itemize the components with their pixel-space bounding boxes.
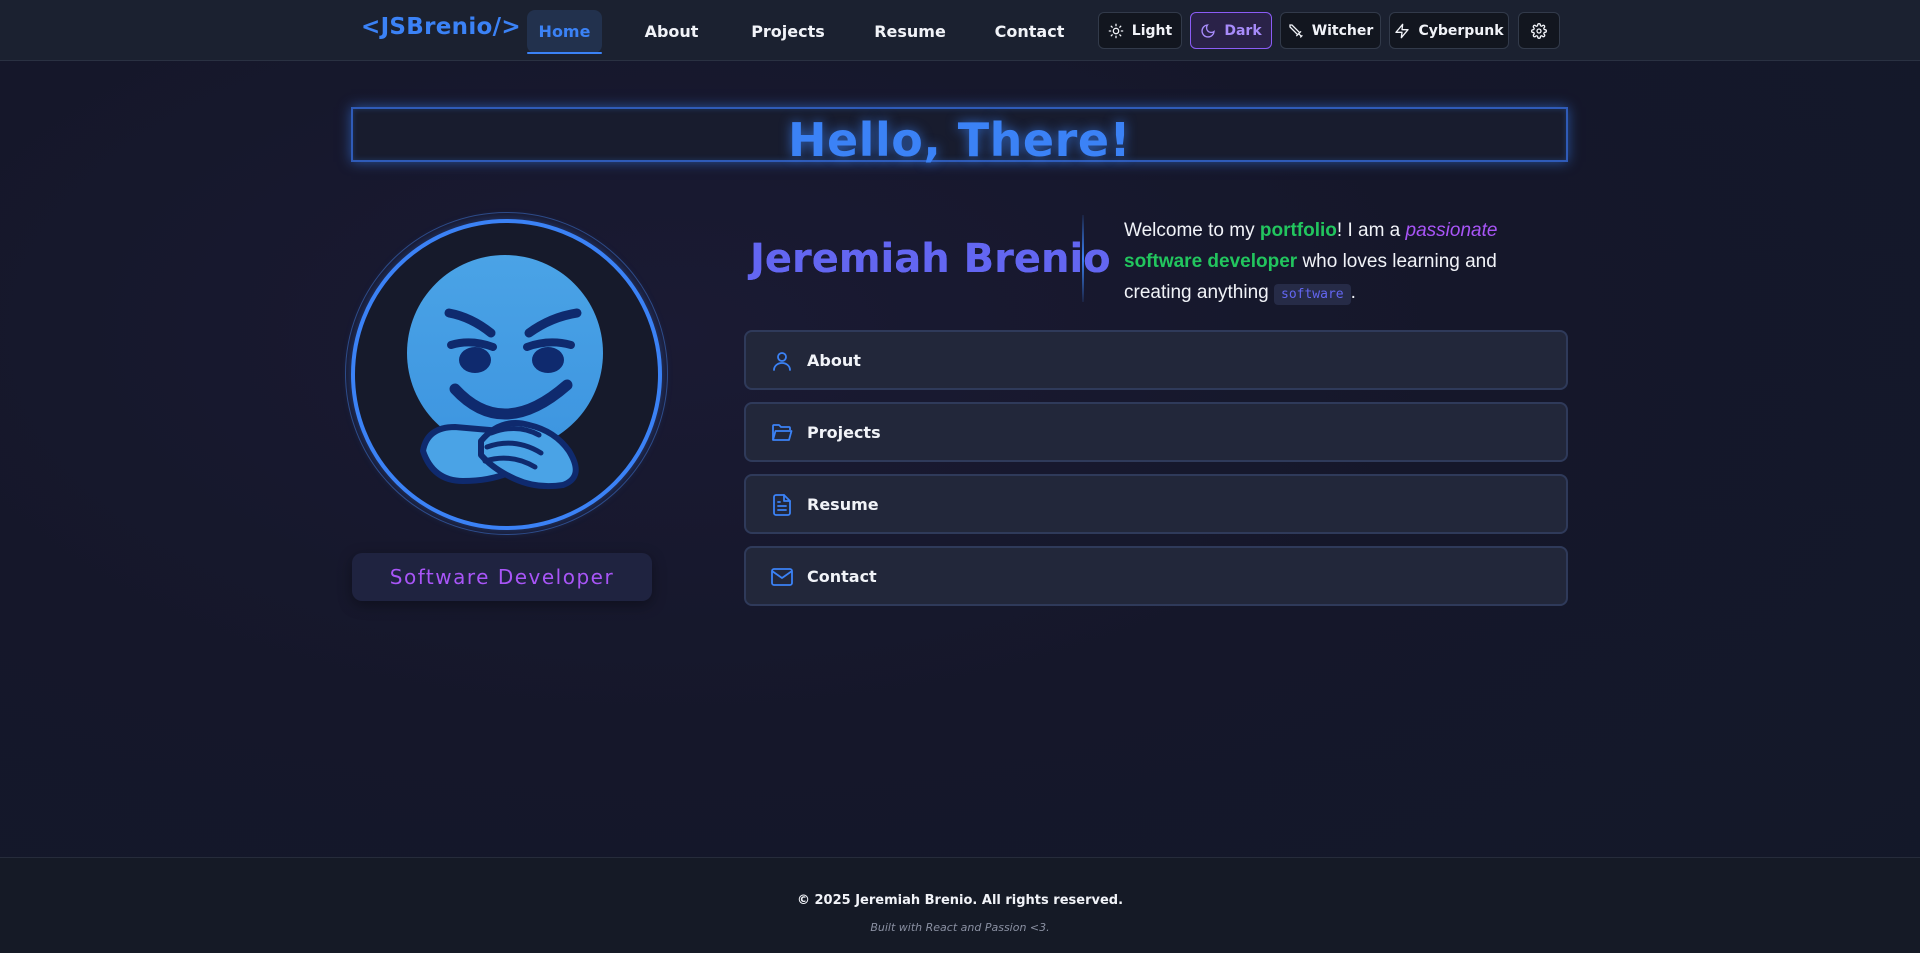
profile-name: Jeremiah Brenio [750,236,1111,282]
welcome-passionate: passionate [1405,220,1498,241]
welcome-text-1: Welcome to my [1124,220,1260,241]
nav-projects[interactable]: Projects [747,10,829,53]
lightning-icon [1395,23,1410,38]
menu-card-about-label: About [807,351,861,370]
vertical-divider [1082,215,1084,302]
welcome-text-5: . [1350,282,1356,303]
moon-icon [1201,23,1216,38]
sword-icon [1289,23,1303,38]
role-badge: Software Developer [352,553,652,601]
nav-about[interactable]: About [634,10,709,53]
mail-icon [771,568,793,586]
menu-card-resume[interactable]: Resume [744,474,1568,534]
user-icon [773,352,791,371]
menu-card-about[interactable]: About [744,330,1568,390]
page-footer: © 2025 Jeremiah Brenio. All rights reser… [0,857,1920,953]
theme-cyberpunk-button[interactable]: Cyberpunk [1389,12,1509,49]
footer-copyright: © 2025 Jeremiah Brenio. All rights reser… [796,893,1124,908]
menu-card-projects-label: Projects [807,423,881,442]
gear-icon [1531,22,1547,39]
folder-open-icon [772,424,793,441]
theme-dark-button[interactable]: Dark [1190,12,1272,49]
menu-card-projects[interactable]: Projects [744,402,1568,462]
theme-witcher-label: Witcher [1311,22,1374,39]
nav-home[interactable]: Home [527,10,602,54]
welcome-portfolio: portfolio [1259,220,1337,241]
nav-contact[interactable]: Contact [993,10,1066,53]
menu-card-contact[interactable]: Contact [744,546,1568,606]
theme-light-label: Light [1131,22,1173,39]
settings-button[interactable] [1518,12,1560,49]
welcome-role: software developer [1124,251,1298,272]
welcome-text-2: ! I am a [1336,220,1406,241]
nav-resume[interactable]: Resume [871,10,949,53]
welcome-text: Welcome to my portfolio! I am a passiona… [1124,215,1544,310]
top-navbar: <JSBrenio/> Home About Projects Resume C… [0,0,1920,61]
hero-banner: Hello, There! [351,107,1568,167]
theme-witcher-button[interactable]: Witcher [1280,12,1381,49]
welcome-code-tag: software [1274,284,1351,305]
menu-card-contact-label: Contact [807,567,877,586]
theme-cyberpunk-label: Cyberpunk [1418,22,1504,39]
document-icon [773,494,791,516]
sun-icon [1108,23,1124,38]
brand-logo[interactable]: <JSBrenio/> [361,14,521,40]
smirking-emoji-avatar [407,255,603,490]
hero-title: Hello, There! [787,113,1131,167]
footer-built-with: Built with React and Passion <3. [870,921,1050,934]
menu-card-resume-label: Resume [807,495,879,514]
theme-dark-label: Dark [1224,22,1262,39]
theme-light-button[interactable]: Light [1098,12,1182,49]
